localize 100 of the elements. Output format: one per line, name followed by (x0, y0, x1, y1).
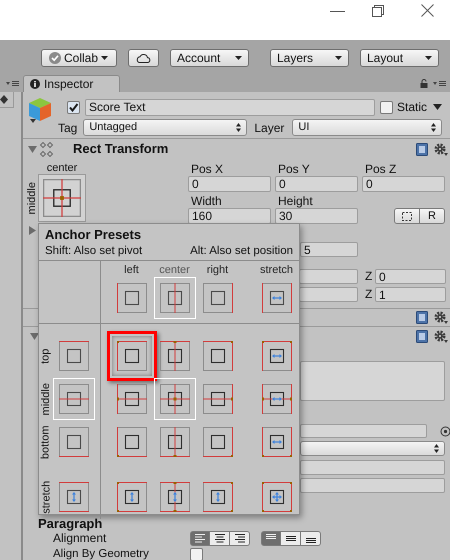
help-book-icon[interactable] (416, 142, 428, 156)
row-label: stretch (38, 480, 53, 514)
anchor-preset-button[interactable] (154, 378, 196, 420)
info-icon (30, 79, 40, 89)
anchor-selector-button[interactable] (38, 174, 86, 222)
align-lines-icon (286, 536, 296, 540)
field-label: Width (190, 194, 223, 208)
diamond-icon[interactable] (0, 95, 8, 104)
anchor-preset-icon (116, 384, 146, 414)
anchor-preset-icon (202, 482, 232, 512)
close-icon[interactable] (421, 4, 434, 17)
anchor-preset-icon (262, 427, 292, 457)
anchor-preset-icon (59, 341, 89, 371)
raw-edit-button[interactable]: R (420, 208, 445, 224)
component-title: Rect Transform (73, 140, 168, 158)
anchor-preset-icon (59, 427, 89, 457)
foldout-arrow-icon[interactable] (28, 144, 37, 154)
align-lines-icon (195, 534, 205, 542)
menu-icon[interactable] (6, 80, 19, 87)
alignment-button[interactable] (230, 530, 250, 546)
field-label: Pos X (190, 162, 224, 176)
collab-dropdown[interactable]: Collab (41, 48, 117, 66)
target-icon[interactable] (440, 426, 450, 436)
input-field[interactable]: 30 (275, 208, 358, 224)
toolbar-dropdown[interactable]: Layers (270, 48, 349, 66)
input-field[interactable]: 5 (300, 242, 358, 257)
anchor-preset-icon (160, 482, 190, 512)
foldout-arrow-icon[interactable] (30, 332, 39, 341)
input-field[interactable] (300, 478, 445, 493)
checkbox[interactable] (380, 100, 393, 114)
restore-icon[interactable] (372, 5, 384, 17)
up-down-arrows-icon (431, 123, 436, 132)
anchor-preset-button[interactable] (154, 277, 196, 319)
anchor-preset-icon (160, 283, 190, 313)
anchor-preset-icon (202, 384, 232, 414)
cloud-button[interactable] (128, 48, 159, 66)
blueprint-mode-button[interactable] (394, 208, 420, 224)
row-label: top (38, 348, 53, 364)
column-label: stretch (260, 264, 293, 277)
foldout-arrow-icon[interactable] (28, 226, 37, 235)
caret-icon[interactable] (433, 104, 442, 110)
anchor-preset-icon (59, 384, 89, 414)
align-lines-icon (266, 534, 276, 538)
anchor-column-label: center (46, 162, 78, 174)
caret-icon (335, 56, 342, 60)
align-by-geometry-label: Align By Geometry (53, 548, 150, 560)
column-label: center (159, 264, 190, 277)
field-label: Height (277, 194, 314, 208)
input-field[interactable] (300, 460, 445, 475)
up-down-arrows-icon (434, 444, 439, 453)
input-field[interactable] (299, 269, 358, 284)
alignment-button[interactable] (210, 530, 230, 546)
input-field[interactable] (300, 424, 427, 438)
alignment-button[interactable] (301, 530, 321, 546)
input-field[interactable]: 160 (188, 208, 271, 224)
input-field[interactable]: 0 (375, 269, 446, 284)
gear-icon[interactable] (434, 142, 448, 156)
input-field[interactable]: 1 (375, 287, 446, 302)
gear-icon[interactable] (434, 311, 448, 324)
row-label: bottom (38, 425, 53, 459)
menu-icon[interactable] (433, 80, 446, 87)
hint-text: Alt: Also set position (190, 244, 293, 259)
cloud-icon (136, 52, 151, 62)
lock-icon[interactable] (420, 79, 428, 88)
layer-dropdown[interactable]: UI (292, 119, 442, 136)
input-field[interactable]: 0 (362, 176, 445, 192)
section-title: Paragraph (38, 516, 102, 531)
toolbar-dropdown[interactable]: Layout (360, 48, 439, 66)
cube-icon (28, 97, 52, 125)
input-field[interactable] (299, 287, 358, 302)
anchor-preset-icon (160, 341, 190, 371)
anchor-preset-icon (116, 482, 146, 512)
popup-title: Anchor Presets (45, 227, 142, 243)
anchor-row-label: middle (25, 182, 40, 214)
align-lines-icon (214, 534, 224, 542)
checkbox[interactable] (67, 100, 80, 114)
gear-icon[interactable] (434, 330, 448, 343)
column-label: right (206, 264, 228, 277)
anchor-preset-button[interactable] (53, 378, 95, 420)
tag-label: Tag (58, 120, 78, 136)
anchor-preset-icon (116, 427, 146, 457)
anchor-preset-icon (202, 341, 232, 371)
anchor-preset-icon (59, 482, 89, 512)
toolbar-dropdown[interactable]: Account (170, 48, 249, 66)
help-book-icon[interactable] (416, 330, 428, 343)
anchor-preset-icon (116, 341, 146, 371)
input-field[interactable]: 0 (188, 176, 271, 192)
check-circle-icon (49, 52, 61, 64)
help-book-icon[interactable] (416, 311, 428, 324)
anchor-preset-icon (202, 427, 232, 457)
align-lines-icon (306, 538, 316, 542)
input-field[interactable]: Score Text (85, 98, 375, 116)
input-field[interactable]: 0 (275, 176, 358, 192)
z-label: Z (365, 269, 374, 284)
anchor-preset-icon (262, 482, 292, 512)
inspector-tab[interactable]: Inspector (23, 75, 120, 92)
alignment-button[interactable] (281, 530, 301, 546)
checkbox[interactable] (190, 548, 203, 560)
tag-dropdown[interactable]: Untagged (83, 119, 248, 136)
alignment-label: Alignment (53, 531, 108, 547)
